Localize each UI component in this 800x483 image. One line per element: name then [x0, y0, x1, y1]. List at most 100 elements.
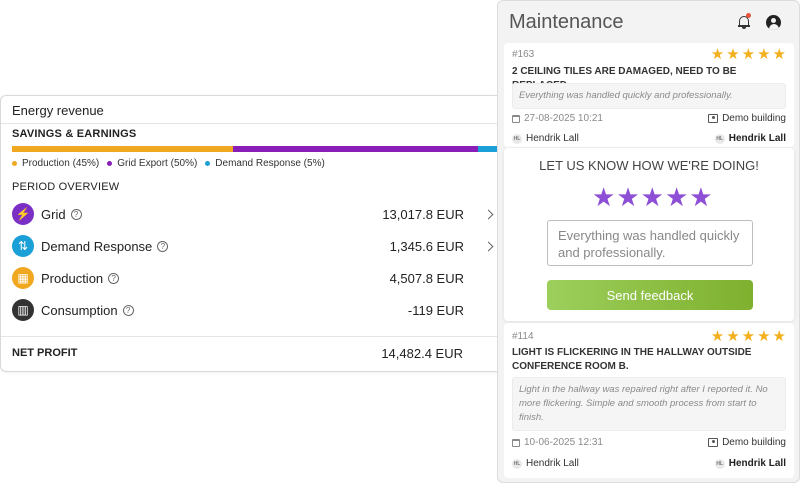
- calendar-icon: [512, 438, 520, 447]
- building-text: Demo building: [722, 113, 786, 124]
- star-icon[interactable]: ★: [665, 184, 688, 210]
- feedback-title: LET US KNOW HOW WE'RE DOING!: [539, 158, 759, 173]
- star-icon: ★: [710, 46, 725, 63]
- period-heading: PERIOD OVERVIEW: [12, 181, 120, 193]
- row-value: 1,345.6 EUR: [389, 238, 464, 254]
- energy-revenue-card: Energy revenue SAVINGS & EARNINGS Produc…: [0, 95, 502, 372]
- ticket-assignee: HL Hendrik Lall: [714, 133, 786, 144]
- bar-segment-production: [12, 146, 233, 152]
- ticket-building: Demo building: [708, 437, 786, 448]
- avatar: HL: [714, 133, 725, 144]
- divider: [1, 123, 501, 124]
- ticket-title: LIGHT IS FLICKERING IN THE HALLWAY OUTSI…: [512, 347, 752, 372]
- feedback-dialog: LET US KNOW HOW WE'RE DOING! ★ ★ ★ ★ ★ Every…: [504, 148, 794, 321]
- legend-label: Production (45%): [22, 158, 100, 169]
- help-icon[interactable]: ?: [122, 304, 134, 316]
- row-production: ▦ Production ? 4,507.8 EUR: [12, 266, 492, 290]
- feedback-textarea[interactable]: Everything was handled quickly and profe…: [547, 220, 753, 266]
- ticket-date: 27-08-2025 10:21: [512, 113, 603, 124]
- row-demand-response[interactable]: ⇅ Demand Response ? 1,345.6 EUR: [12, 234, 494, 258]
- star-icon: ★: [726, 328, 740, 345]
- star-icon: ★: [726, 46, 740, 63]
- rating-stars: ★ ★ ★ ★ ★: [711, 47, 786, 62]
- ticket-number: #114: [512, 331, 534, 342]
- panel-title: Maintenance: [509, 11, 624, 33]
- assignee-name: Hendrik Lall: [728, 458, 786, 469]
- legend-label: Demand Response (5%): [215, 158, 325, 169]
- building-text: Demo building: [722, 437, 786, 448]
- date-text: 10-06-2025 12:31: [524, 437, 603, 448]
- solar-panel-icon: ▦: [12, 267, 34, 289]
- savings-legend: Production (45%) Grid Export (50%) Deman…: [12, 158, 325, 169]
- feedback-rating[interactable]: ★ ★ ★ ★ ★: [592, 184, 713, 210]
- net-profit-value: 14,482.4 EUR: [381, 346, 463, 361]
- star-icon: ★: [710, 328, 725, 345]
- avatar: HL: [714, 458, 725, 469]
- ticket-comment: Light in the hallway was repaired right …: [512, 377, 786, 431]
- legend-item: Grid Export (50%): [107, 158, 197, 169]
- arrows-icon: ⇅: [12, 235, 34, 257]
- card-title: Energy revenue: [12, 103, 104, 118]
- avatar: HL: [512, 133, 522, 144]
- star-icon: ★: [757, 328, 771, 345]
- legend-dot: [12, 161, 17, 166]
- savings-heading: SAVINGS & EARNINGS: [12, 128, 137, 140]
- map-icon: [708, 438, 719, 447]
- legend-label: Grid Export (50%): [117, 158, 198, 169]
- row-label: Consumption: [41, 302, 118, 318]
- savings-bar: [12, 146, 501, 152]
- ticket-date: 10-06-2025 12:31: [512, 437, 603, 448]
- row-value: -119 EUR: [407, 302, 464, 318]
- divider: [1, 336, 501, 337]
- row-value: 4,507.8 EUR: [389, 270, 464, 286]
- map-icon: [708, 114, 719, 123]
- ticket-number: #163: [512, 49, 535, 60]
- reporter-name: Hendrik Lall: [526, 458, 579, 469]
- legend-item: Production (45%): [12, 158, 99, 169]
- legend-dot: [205, 161, 211, 166]
- row-label: Production: [41, 270, 104, 286]
- ticket-reporter: HL Hendrik Lall: [512, 458, 579, 469]
- maintenance-panel: Maintenance #163 ★ ★ ★ ★ ★ 2 CEILING TILES A…: [497, 0, 800, 483]
- bell-icon[interactable]: [738, 13, 751, 29]
- star-icon[interactable]: ★: [592, 184, 615, 210]
- ticket-assignee: HL Hendrik Lall: [714, 458, 786, 469]
- date-text: 27-08-2025 10:21: [524, 113, 603, 124]
- legend-dot: [107, 161, 113, 166]
- ticket-card[interactable]: #163 ★ ★ ★ ★ ★ 2 CEILING TILES ARE DAMAGED, …: [504, 43, 794, 147]
- row-consumption: ▥ Consumption ? -119 EUR: [12, 298, 492, 322]
- row-label: Demand Response: [41, 238, 153, 254]
- net-profit-label: NET PROFIT: [12, 347, 78, 359]
- bolt-icon: ⚡: [12, 203, 34, 225]
- calendar-icon: [512, 114, 520, 123]
- ticket-reporter: HL Hendrik Lall: [512, 133, 579, 144]
- notification-badge: [746, 13, 751, 18]
- bar-segment-grid-export: [232, 146, 479, 152]
- chevron-right-icon[interactable]: [483, 241, 494, 251]
- avatar: HL: [512, 458, 522, 469]
- account-icon[interactable]: [766, 15, 781, 30]
- ticket-comment: Everything was handled quickly and profe…: [512, 83, 786, 109]
- chevron-right-icon[interactable]: [483, 209, 494, 219]
- row-grid[interactable]: ⚡ Grid ? 13,017.8 EUR: [12, 202, 494, 226]
- star-icon: ★: [741, 328, 756, 345]
- help-icon[interactable]: ?: [157, 240, 169, 252]
- row-label: Grid: [41, 206, 66, 222]
- ticket-card[interactable]: #114 ★ ★ ★ ★ ★ LIGHT IS FLICKERING IN THE HA…: [504, 323, 794, 478]
- star-icon: ★: [757, 46, 771, 63]
- star-icon: ★: [741, 46, 756, 63]
- reporter-name: Hendrik Lall: [526, 133, 579, 144]
- building-icon: ▥: [12, 299, 34, 321]
- legend-item: Demand Response (5%): [205, 158, 325, 169]
- help-icon[interactable]: ?: [108, 272, 120, 284]
- star-icon: ★: [772, 46, 786, 63]
- star-icon[interactable]: ★: [689, 184, 712, 210]
- row-value: 13,017.8 EUR: [382, 206, 464, 222]
- rating-stars: ★ ★ ★ ★ ★: [711, 329, 786, 344]
- star-icon[interactable]: ★: [616, 184, 639, 210]
- ticket-building: Demo building: [708, 113, 786, 124]
- star-icon[interactable]: ★: [641, 184, 664, 210]
- star-icon: ★: [772, 328, 786, 345]
- send-feedback-button[interactable]: Send feedback: [547, 280, 753, 310]
- help-icon[interactable]: ?: [70, 208, 82, 220]
